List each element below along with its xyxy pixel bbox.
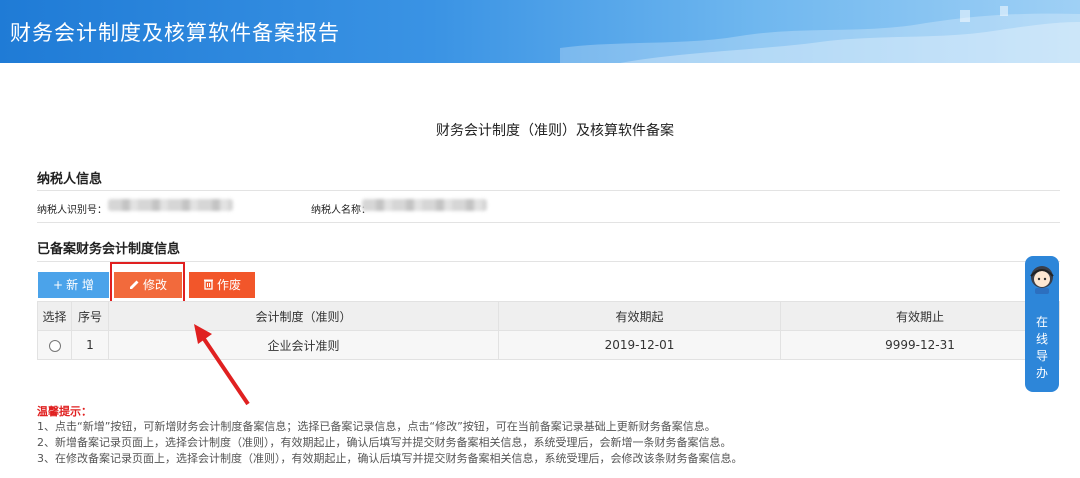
column-header-start: 有效期起 bbox=[498, 301, 781, 331]
row-standard: 企业会计准则 bbox=[108, 330, 499, 360]
header-banner: 财务会计制度及核算软件备案报告 bbox=[0, 0, 1080, 63]
divider bbox=[37, 261, 1060, 262]
divider bbox=[37, 190, 1060, 191]
row-select-cell bbox=[37, 330, 72, 360]
app-title: 财务会计制度及核算软件备案报告 bbox=[10, 21, 340, 45]
add-button-label: 新 增 bbox=[66, 278, 94, 292]
red-arrow-annotation bbox=[194, 324, 250, 406]
column-header-index: 序号 bbox=[71, 301, 109, 331]
void-button[interactable]: 作废 bbox=[189, 272, 255, 298]
online-guide-label: 在线导办 bbox=[1035, 315, 1048, 380]
row-select-radio[interactable] bbox=[48, 339, 61, 352]
column-header-end: 有效期止 bbox=[780, 301, 1060, 331]
plus-icon: + bbox=[53, 278, 64, 292]
filed-section-title: 已备案财务会计制度信息 bbox=[37, 242, 181, 257]
trash-icon bbox=[203, 272, 214, 298]
column-header-standard: 会计制度（准则） bbox=[108, 301, 499, 331]
add-button[interactable]: + 新 增 bbox=[38, 272, 109, 298]
row-end-date: 9999-12-31 bbox=[780, 330, 1060, 360]
tip-item: 2、新增备案记录页面上，选择会计制度（准则），有效期起止，确认后填写并提交财务备… bbox=[37, 436, 732, 449]
taxpayer-id-value-redacted bbox=[108, 199, 233, 211]
divider bbox=[37, 222, 1060, 223]
great-wall-decoration bbox=[560, 6, 1080, 63]
tip-item: 3、在修改备案记录页面上，选择会计制度（准则），有效期起止，确认后填写并提交财务… bbox=[37, 452, 743, 465]
void-button-label: 作废 bbox=[216, 278, 241, 292]
taxpayer-name-value-redacted bbox=[362, 199, 487, 211]
tips-title: 温馨提示： bbox=[37, 405, 92, 418]
row-start-date: 2019-12-01 bbox=[498, 330, 781, 360]
page-title: 财务会计制度（准则）及核算软件备案 bbox=[436, 123, 674, 139]
tip-item: 1、点击“新增”按钮，可新增财务会计制度备案信息；选择已备案记录信息，点击“修改… bbox=[37, 420, 716, 433]
assistant-avatar-icon bbox=[1030, 266, 1054, 294]
taxpayer-id-label: 纳税人识别号： bbox=[37, 205, 107, 216]
row-index: 1 bbox=[71, 330, 109, 360]
taxpayer-section-title: 纳税人信息 bbox=[37, 172, 103, 187]
online-guide-widget[interactable]: 在线导办 bbox=[1025, 256, 1059, 392]
column-header-select: 选择 bbox=[37, 301, 72, 331]
